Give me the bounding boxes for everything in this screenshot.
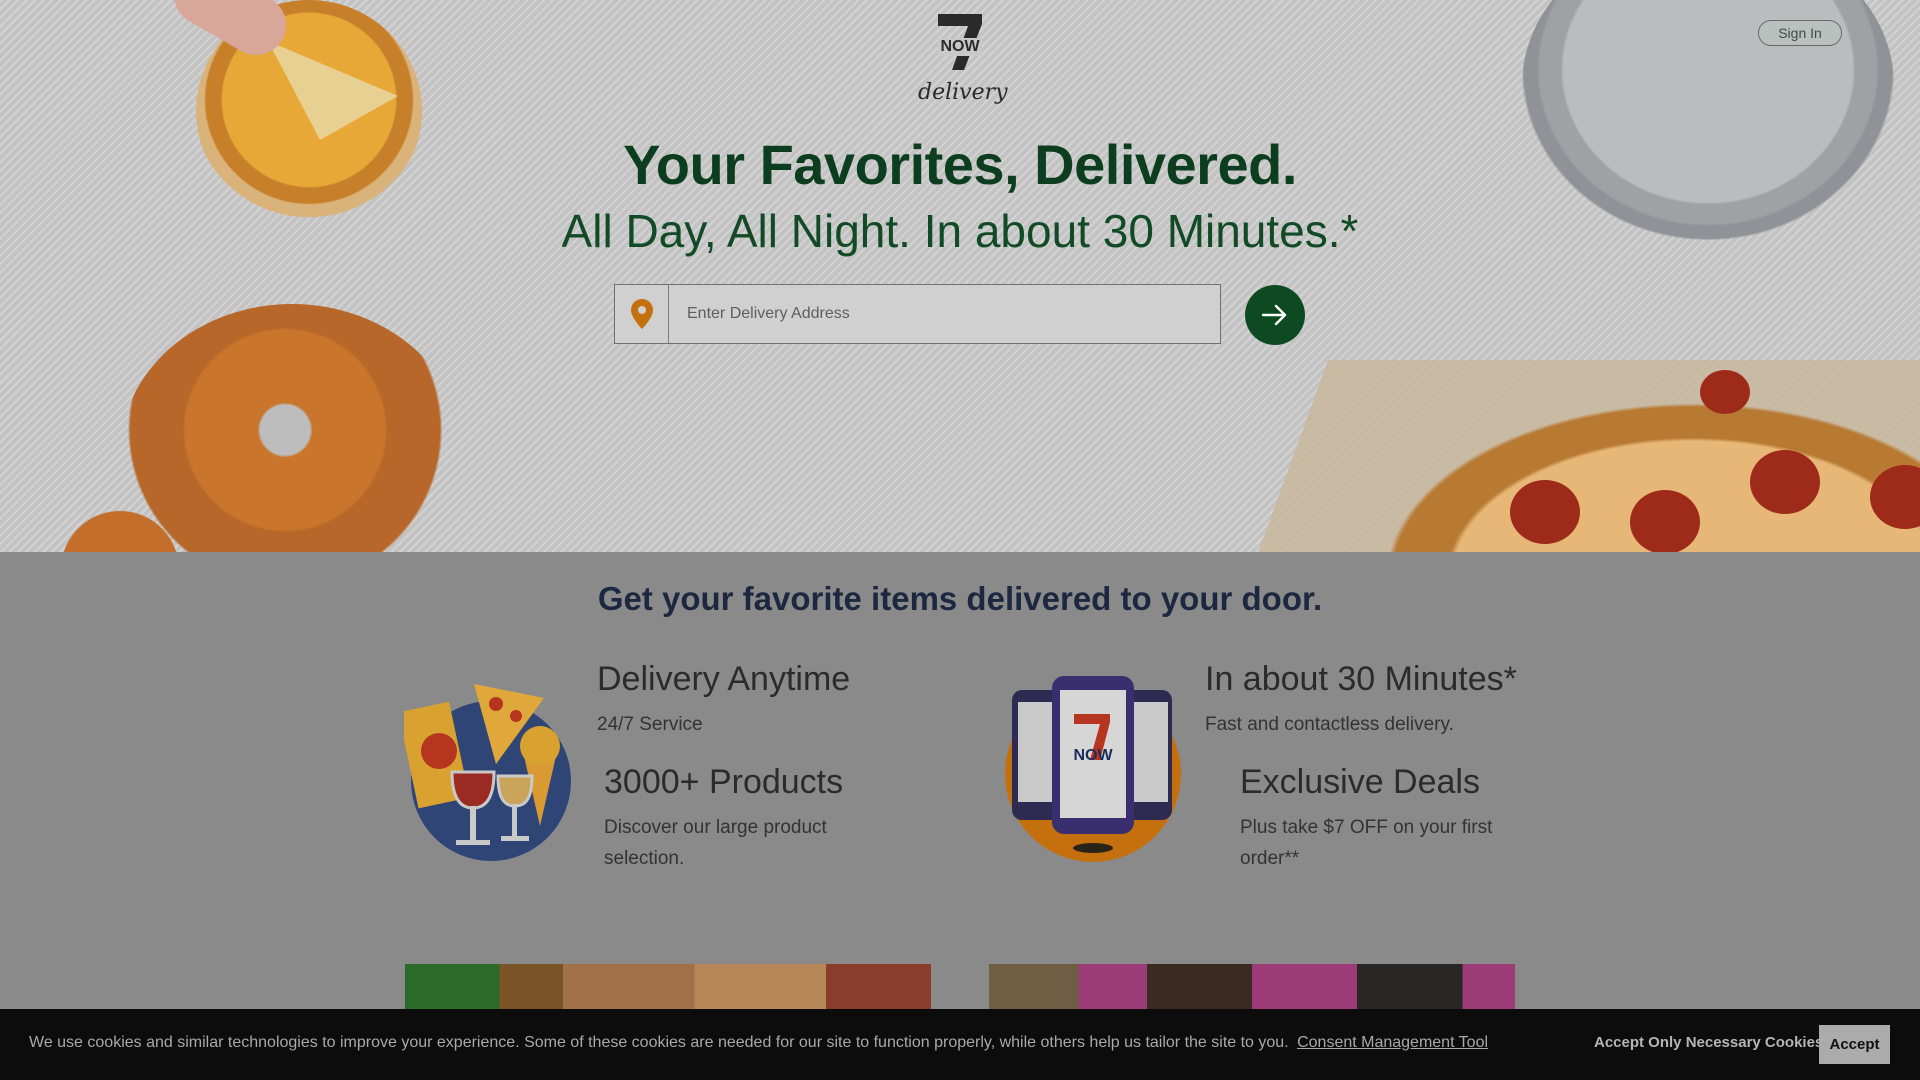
delivery-address-input[interactable] (669, 285, 1220, 343)
location-pin-icon (615, 285, 669, 343)
feature-products-title: 3000+ Products (604, 763, 844, 801)
arrow-right-icon (1261, 304, 1287, 326)
feature-30-minutes-desc: Fast and contactless delivery. (1205, 714, 1454, 735)
cookie-banner-text: We use cookies and similar technologies … (29, 1034, 1488, 1052)
accept-cookies-button[interactable]: Accept (1819, 1025, 1890, 1064)
feature-delivery-anytime-desc: 24/7 Service (597, 714, 703, 735)
hero-banner: NOW delivery Sign In Your Favorites, Del… (0, 0, 1920, 552)
accept-necessary-cookies-button[interactable]: Accept Only Necessary Cookies (1594, 1034, 1823, 1051)
feature-products-desc: Discover our large product selection. (604, 817, 827, 869)
hero-headline: Your Favorites, Delivered. (623, 133, 1297, 196)
submit-address-button[interactable] (1245, 285, 1305, 345)
phone-logo-text: NOW (1073, 747, 1113, 764)
feature-deals-desc: Plus take $7 OFF on your first order** (1240, 817, 1493, 869)
logo-delivery-text: delivery (918, 80, 1008, 105)
feature-delivery-anytime-title: Delivery Anytime (597, 660, 851, 698)
donut-image (120, 304, 464, 552)
logo-now-text: NOW (938, 38, 982, 56)
snacks-drinks-illustration (404, 684, 571, 861)
7now-delivery-logo[interactable]: NOW delivery (918, 14, 1008, 108)
feature-30-minutes-title: In about 30 Minutes* (1205, 660, 1517, 698)
hero-subheadline: All Day, All Night. In about 30 Minutes.… (561, 205, 1359, 257)
cookie-message: We use cookies and similar technologies … (29, 1034, 1289, 1051)
sign-in-button[interactable]: Sign In (1758, 20, 1842, 46)
features-heading: Get your favorite items delivered to you… (597, 580, 1323, 617)
address-search-box (614, 284, 1221, 344)
feature-deals-title: Exclusive Deals (1240, 763, 1480, 801)
consent-management-link[interactable]: Consent Management Tool (1297, 1034, 1488, 1051)
cookie-banner: We use cookies and similar technologies … (0, 1009, 1920, 1080)
phones-app-illustration: NOW (1005, 676, 1181, 862)
